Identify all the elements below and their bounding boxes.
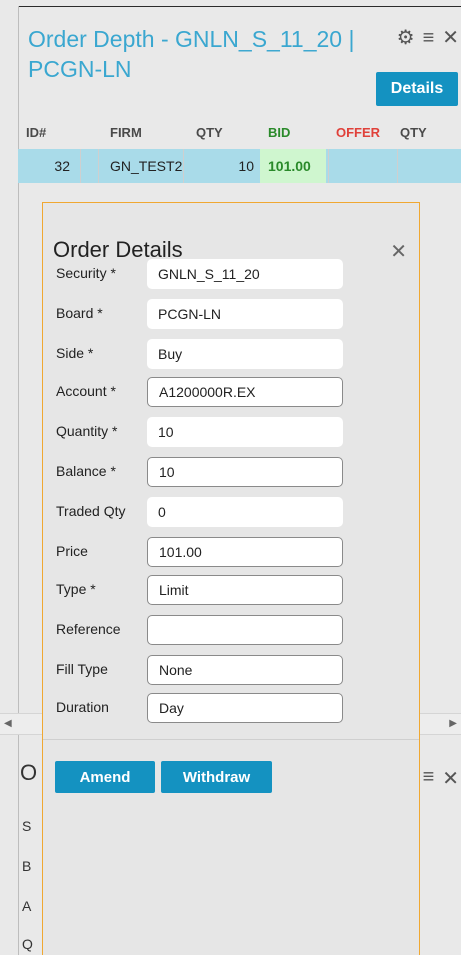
- quantity-field: 10: [147, 417, 343, 447]
- background-row-label: A: [22, 898, 32, 914]
- field-label: Quantity *: [56, 423, 118, 439]
- field-label: Side *: [56, 345, 94, 361]
- dialog-divider: [43, 739, 419, 740]
- field-side: Side * Buy: [43, 339, 419, 369]
- background-row-label: S: [22, 818, 32, 834]
- field-security: Security * GNLN_S_11_20: [43, 259, 419, 289]
- cell-bid: 101.00: [260, 149, 326, 183]
- background-row-label: B: [22, 858, 32, 874]
- side-field: Buy: [147, 339, 343, 369]
- duration-select[interactable]: Day: [147, 693, 343, 723]
- gear-icon[interactable]: ⚙: [397, 28, 415, 48]
- field-label: Security *: [56, 265, 116, 281]
- panel-header-icons: ⚙ ≡ ✕: [397, 26, 459, 50]
- order-details-dialog: Order Details ✕ Security * GNLN_S_11_20 …: [42, 202, 420, 955]
- depth-grid-header: ID# FIRM QTY BID OFFER QTY: [18, 119, 461, 147]
- field-duration: Duration Day: [43, 693, 419, 723]
- traded-qty-field: 0: [147, 497, 343, 527]
- hamburger-menu-icon[interactable]: ≡: [423, 766, 435, 791]
- background-row-label: Q: [22, 936, 33, 952]
- field-reference: Reference: [43, 615, 419, 645]
- field-account: Account * A1200000R.EX: [43, 377, 419, 407]
- column-header-firm[interactable]: FIRM: [110, 119, 142, 147]
- field-label: Duration: [56, 699, 109, 715]
- fill-type-select[interactable]: None: [147, 655, 343, 685]
- field-label: Traded Qty: [56, 503, 126, 519]
- column-header-id[interactable]: ID#: [26, 119, 46, 147]
- field-board: Board * PCGN-LN: [43, 299, 419, 329]
- table-row[interactable]: 32 GN_TEST2 10 101.00: [18, 149, 461, 183]
- close-icon[interactable]: ✕: [442, 28, 459, 48]
- background-panel-title: O: [20, 760, 38, 785]
- field-type: Type * Limit: [43, 575, 419, 605]
- withdraw-button[interactable]: Withdraw: [161, 761, 272, 793]
- field-label: Price: [56, 543, 88, 559]
- cell-offer: [329, 149, 395, 183]
- type-select[interactable]: Limit: [147, 575, 343, 605]
- field-label: Fill Type: [56, 661, 108, 677]
- field-label: Reference: [56, 621, 121, 637]
- close-icon[interactable]: ✕: [442, 766, 459, 791]
- field-label: Board *: [56, 305, 103, 321]
- background-panel-icons: ≡ ✕: [423, 766, 459, 791]
- window-top-border: [18, 6, 461, 7]
- balance-input[interactable]: 10: [147, 457, 343, 487]
- hamburger-menu-icon[interactable]: ≡: [423, 28, 435, 48]
- account-input[interactable]: A1200000R.EX: [147, 377, 343, 407]
- field-quantity: Quantity * 10: [43, 417, 419, 447]
- column-header-qty[interactable]: QTY: [196, 119, 223, 147]
- field-fill-type: Fill Type None: [43, 655, 419, 685]
- field-label: Type *: [56, 581, 96, 597]
- column-header-qty2[interactable]: QTY: [400, 119, 427, 147]
- field-traded-qty: Traded Qty 0: [43, 497, 419, 527]
- board-field: PCGN-LN: [147, 299, 343, 329]
- field-label: Balance *: [56, 463, 116, 479]
- details-button[interactable]: Details: [376, 72, 458, 106]
- amend-button[interactable]: Amend: [55, 761, 155, 793]
- column-header-bid[interactable]: BID: [268, 119, 290, 147]
- order-depth-title: Order Depth - GNLN_S_11_20 | PCGN-LN: [28, 26, 355, 82]
- field-balance: Balance * 10: [43, 457, 419, 487]
- cell-qty: 10: [238, 158, 254, 174]
- field-price: Price 101.00: [43, 537, 419, 567]
- cell-firm: GN_TEST2: [110, 158, 183, 174]
- price-input[interactable]: 101.00: [147, 537, 343, 567]
- cell-id: 32: [54, 158, 70, 174]
- column-header-offer[interactable]: OFFER: [336, 119, 380, 147]
- reference-input[interactable]: [147, 615, 343, 645]
- field-label: Account *: [56, 383, 116, 399]
- scroll-right-arrow-icon[interactable]: ▶: [449, 718, 457, 729]
- scroll-left-arrow-icon[interactable]: ◀: [4, 718, 12, 729]
- security-field: GNLN_S_11_20: [147, 259, 343, 289]
